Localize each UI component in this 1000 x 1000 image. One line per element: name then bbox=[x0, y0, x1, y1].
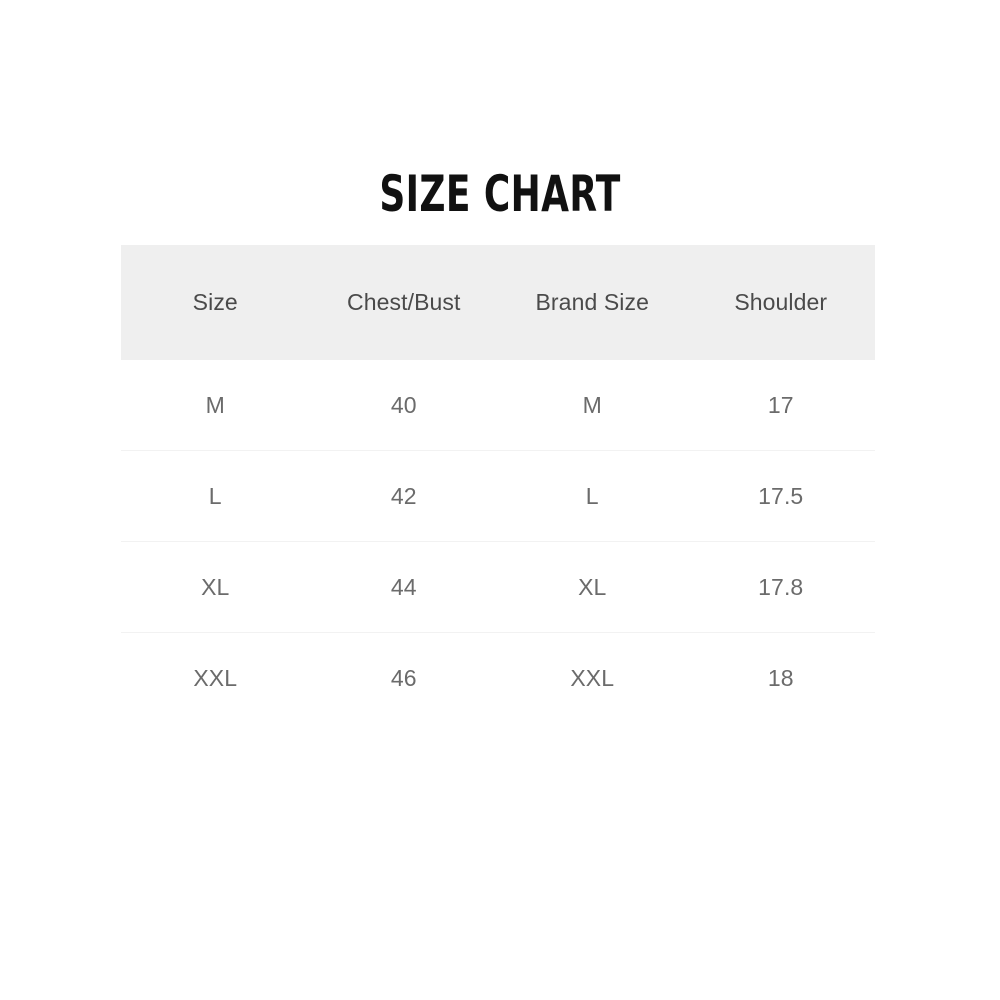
column-header-shoulder: Shoulder bbox=[734, 289, 828, 315]
cell-brand-size: XXL bbox=[498, 632, 687, 723]
cell-shoulder: 17 bbox=[686, 360, 875, 451]
table-row: XL 44 XL 17.8 bbox=[121, 541, 875, 633]
cell-chest-bust: 44 bbox=[309, 541, 498, 633]
table-header: Size Chest/Bust Brand Size Shoulder bbox=[121, 245, 875, 360]
cell-chest-bust: 42 bbox=[309, 450, 498, 542]
cell-shoulder: 17.8 bbox=[686, 541, 875, 633]
table-row: M 40 M 17 bbox=[121, 360, 875, 451]
cell-size: M bbox=[121, 360, 310, 451]
column-header-size: Size bbox=[192, 289, 238, 315]
page-title: SIZE CHART bbox=[379, 165, 621, 223]
cell-shoulder: 17.5 bbox=[686, 450, 875, 542]
column-header-chest-bust: Chest/Bust bbox=[347, 289, 461, 315]
table-header-row: Size Chest/Bust Brand Size Shoulder bbox=[121, 245, 875, 360]
cell-brand-size: L bbox=[498, 450, 687, 542]
cell-chest-bust: 46 bbox=[309, 632, 498, 723]
cell-brand-size: XL bbox=[498, 541, 687, 633]
table-body: M 40 M 17 L 42 L 17.5 XL 44 XL 17.8 XXL … bbox=[121, 360, 875, 723]
cell-chest-bust: 40 bbox=[309, 360, 498, 451]
size-chart-table: Size Chest/Bust Brand Size Shoulder M 40… bbox=[121, 245, 875, 723]
cell-size: XXL bbox=[121, 632, 310, 723]
cell-size: L bbox=[121, 450, 310, 542]
table-row: L 42 L 17.5 bbox=[121, 450, 875, 542]
cell-brand-size: M bbox=[498, 360, 687, 451]
size-chart-page: SIZE CHART Size Chest/Bust Brand Size Sh… bbox=[0, 0, 1000, 1000]
table-row: XXL 46 XXL 18 bbox=[121, 632, 875, 723]
cell-shoulder: 18 bbox=[686, 632, 875, 723]
column-header-brand-size: Brand Size bbox=[535, 289, 649, 315]
cell-size: XL bbox=[121, 541, 310, 633]
